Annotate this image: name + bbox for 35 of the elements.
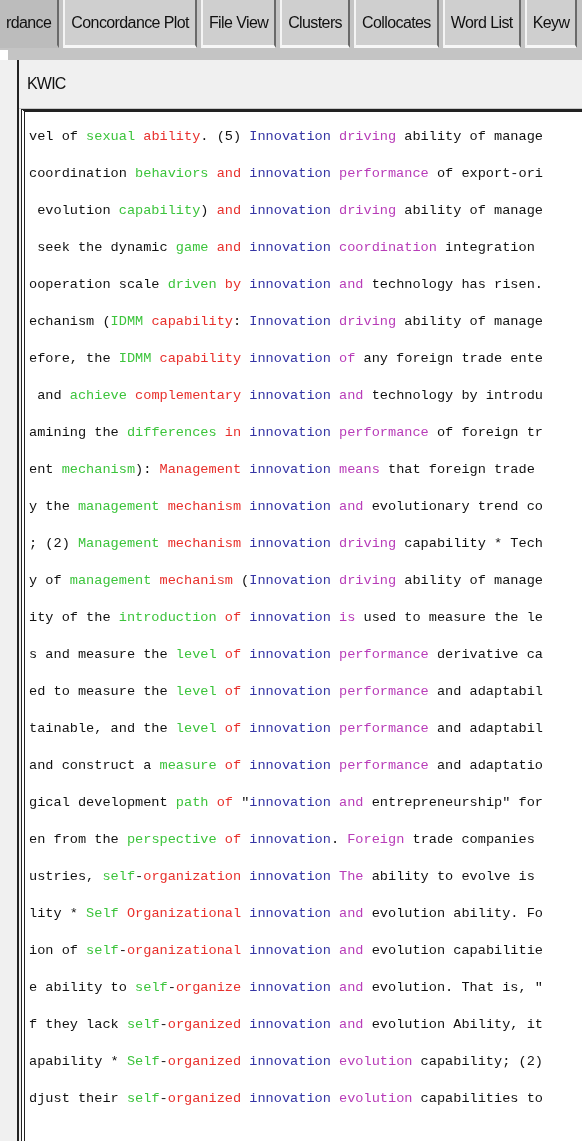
kwic-line[interactable]: seek the dynamic game and innovation coordination integration (29, 229, 535, 266)
kwic-line[interactable]: amining the differences in innovation performance of foreign tr (29, 414, 543, 451)
kwic-line[interactable]: y the management mechanism innovation and evolutionary trend co (29, 488, 543, 525)
tab[interactable]: Keyw (524, 0, 578, 48)
kwic-line[interactable]: evolution capability) and innovation driving ability of manage (29, 192, 543, 229)
tab[interactable]: Concordance Plot (63, 0, 197, 48)
kwic-line[interactable]: f they lack self-organized innovation and evolution Ability, it (29, 1006, 543, 1043)
kwic-line[interactable]: vel of sexual ability. (5) Innovation driving ability of manage (29, 118, 543, 155)
kwic-line[interactable]: coordination behaviors and innovation performance of export-ori (29, 155, 543, 192)
kwic-line[interactable]: y of management mechanism (Innovation driving ability of manage (29, 562, 543, 599)
tab[interactable]: Collocates (354, 0, 439, 48)
kwic-line[interactable]: djust their self-organized innovation evolution capabilities to (29, 1080, 543, 1117)
tab[interactable]: rdance (0, 0, 60, 48)
kwic-line[interactable]: ed to measure the level of innovation performance and adaptabil (29, 673, 543, 710)
kwic-line[interactable]: echanism (IDMM capability: Innovation driving ability of manage (29, 303, 543, 340)
kwic-line[interactable]: lity * Self Organizational innovation and evolution ability. Fo (29, 895, 543, 932)
kwic-line[interactable]: tainable, and the level of innovation performance and adaptabil (29, 710, 543, 747)
kwic-line[interactable]: efore, the IDMM capability innovation of any foreign trade ente (29, 340, 543, 377)
kwic-line[interactable]: en from the perspective of innovation. Foreign trade companies (29, 821, 535, 858)
tab[interactable]: Clusters (280, 0, 351, 48)
kwic-line[interactable]: ion of self-organizational innovation and evolution capabilitie (29, 932, 543, 969)
kwic-line[interactable]: and construct a measure of innovation performance and adaptatio (29, 747, 543, 784)
kwic-line[interactable]: s and measure the level of innovation performance derivative ca (29, 636, 543, 673)
kwic-line[interactable]: gical development path of "innovation and entrepreneurship" for (29, 784, 543, 821)
kwic-line[interactable]: ity of the introduction of innovation is used to measure the le (29, 599, 543, 636)
kwic-line[interactable]: e ability to self-organize innovation and evolution. That is, " (29, 969, 543, 1006)
tab[interactable]: File View (200, 0, 277, 48)
tab[interactable]: Word List (442, 0, 521, 48)
kwic-line[interactable]: ; (2) Management mechanism innovation driving capability * Tech (29, 525, 543, 562)
kwic-line[interactable]: and achieve complementary innovation and technology by introdu (29, 377, 543, 414)
kwic-line[interactable]: ustries, self-organization innovation The ability to evolve is (29, 858, 535, 895)
kwic-line[interactable]: ooperation scale driven by innovation and technology has risen. (29, 266, 543, 303)
column-header: KWIC (27, 75, 66, 93)
kwic-line[interactable]: ent mechanism): Management innovation means that foreign trade (29, 451, 535, 488)
kwic-line[interactable]: apability * Self-organized innovation evolution capability; (2) (29, 1043, 543, 1080)
